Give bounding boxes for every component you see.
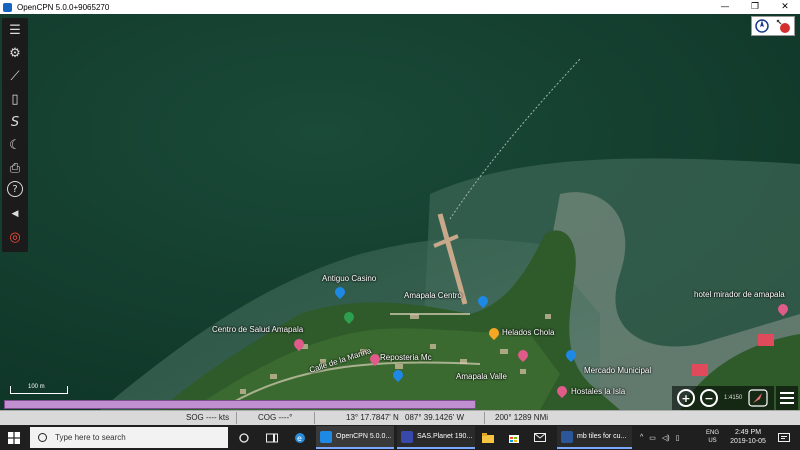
volume-icon[interactable]: ◁) bbox=[662, 434, 670, 442]
longitude-readout: 087° 39.1426' W bbox=[405, 413, 464, 422]
close-button[interactable]: ✕ bbox=[770, 0, 800, 14]
zoom-controls: + − 1:4150 bbox=[672, 386, 774, 410]
taskbar-search-box[interactable]: Type here to search bbox=[30, 427, 228, 448]
scale-ratio: 1:4150 bbox=[724, 395, 743, 401]
hamburger-menu-icon[interactable] bbox=[776, 386, 798, 410]
svg-text:e: e bbox=[297, 434, 302, 443]
edge-browser-icon[interactable]: e bbox=[290, 425, 310, 450]
window-controls: — ❐ ✕ bbox=[710, 0, 800, 14]
track-icon[interactable]: S bbox=[5, 112, 25, 132]
moon-tide-icon[interactable]: ☾ bbox=[5, 135, 25, 155]
map-label-mercado: Mercado Municipal bbox=[584, 366, 652, 375]
status-bar: SOG ---- kts COG ----° 13° 17.7847' N 08… bbox=[0, 410, 800, 425]
map-label-amapala-valle: Amapala Valle bbox=[456, 372, 507, 381]
map-label-antiguo-casino: Antiguo Casino bbox=[322, 274, 377, 283]
settings-icon[interactable]: ⚙ bbox=[5, 43, 25, 63]
scale-bar-label: 100 m bbox=[28, 384, 45, 390]
cortana-icon[interactable] bbox=[234, 425, 254, 450]
minimize-button[interactable]: — bbox=[710, 0, 740, 14]
chart-bar[interactable] bbox=[4, 400, 476, 409]
taskbar-clock[interactable]: 2:49 PM 2019-10-05 bbox=[728, 428, 768, 446]
sound-icon[interactable]: ◀ bbox=[5, 204, 25, 224]
latitude-readout: 13° 17.7847' N bbox=[346, 413, 399, 422]
network-icon[interactable]: ▭ bbox=[649, 434, 656, 442]
chart-canvas[interactable]: Antiguo Casino Amapala Centro Centro de … bbox=[0, 14, 800, 410]
map-label-reposteria: Reposteria Mc bbox=[380, 353, 432, 362]
ship-follow-icon[interactable] bbox=[748, 389, 768, 407]
window-title: OpenCPN 5.0.0+9065270 bbox=[17, 2, 110, 12]
task-view-icon[interactable] bbox=[262, 425, 282, 450]
north-arrow-icon bbox=[754, 19, 769, 33]
search-placeholder: Type here to search bbox=[55, 433, 126, 442]
taskbar-app-word[interactable]: mb tiles for cu... bbox=[557, 426, 632, 449]
opencpn-app-icon bbox=[3, 2, 12, 12]
title-bar: OpenCPN 5.0.0+9065270 — ❐ ✕ bbox=[0, 0, 800, 14]
satellite-map-image bbox=[0, 14, 800, 410]
map-label-amapala-centro: Amapala Centro bbox=[404, 291, 462, 300]
map-label-hostales: Hostales la Isla bbox=[571, 387, 626, 396]
zoom-in-button[interactable]: + bbox=[677, 389, 695, 407]
mail-icon[interactable] bbox=[530, 425, 550, 450]
compass-widget[interactable] bbox=[751, 16, 795, 36]
language-indicator[interactable]: ENG US bbox=[706, 429, 719, 445]
clock-time: 2:49 PM bbox=[734, 429, 762, 436]
route-icon[interactable]: ⟋ bbox=[5, 66, 25, 86]
sasplanet-app-icon bbox=[401, 430, 413, 443]
file-explorer-icon[interactable] bbox=[478, 425, 498, 450]
route-manager-icon[interactable]: ▯ bbox=[5, 89, 25, 109]
print-icon[interactable]: ⎙ bbox=[5, 158, 25, 178]
main-toolbar: ☰ ⚙ ⟋ ▯ S ☾ ⎙ ? ◀ ◎ bbox=[2, 18, 28, 252]
bearing-distance-readout: 200° 1289 NMi bbox=[495, 413, 549, 422]
windows-start-button[interactable] bbox=[0, 425, 28, 450]
store-icon[interactable] bbox=[504, 425, 524, 450]
word-app-icon bbox=[561, 430, 573, 443]
tray-overflow-icon[interactable]: ^ bbox=[640, 434, 643, 441]
gps-status-icon bbox=[776, 19, 790, 33]
battery-icon[interactable]: ▯ bbox=[676, 434, 680, 442]
map-label-hotel: hotel mirador de amapala bbox=[694, 290, 785, 299]
clock-date: 2019-10-05 bbox=[730, 438, 766, 445]
mob-icon[interactable]: ◎ bbox=[5, 227, 25, 247]
menu-icon[interactable]: ☰ bbox=[5, 20, 25, 40]
sog-readout: SOG ---- kts bbox=[186, 413, 230, 422]
windows-logo-icon bbox=[8, 431, 20, 444]
opencpn-window: OpenCPN 5.0.0+9065270 — ❐ ✕ Antiguo Casi… bbox=[0, 0, 800, 450]
opencpn-app-icon bbox=[320, 430, 332, 443]
taskbar-app-opencpn[interactable]: OpenCPN 5.0.0... bbox=[316, 426, 394, 449]
help-icon[interactable]: ? bbox=[7, 181, 23, 197]
system-tray: ^ ▭ ◁) ▯ bbox=[640, 425, 686, 450]
search-icon bbox=[38, 433, 47, 442]
cog-readout: COG ----° bbox=[258, 413, 293, 422]
windows-taskbar: Type here to search e OpenCPN 5.0.0... S… bbox=[0, 425, 800, 450]
map-label-helados: Helados Chola bbox=[502, 328, 555, 337]
taskbar-app-sasplanet[interactable]: SAS.Planet 190... bbox=[397, 426, 475, 449]
maximize-button[interactable]: ❐ bbox=[740, 0, 770, 14]
notifications-icon[interactable] bbox=[774, 425, 794, 450]
map-label-centro-salud: Centro de Salud Amapala bbox=[212, 325, 304, 334]
zoom-out-button[interactable]: − bbox=[700, 389, 718, 407]
